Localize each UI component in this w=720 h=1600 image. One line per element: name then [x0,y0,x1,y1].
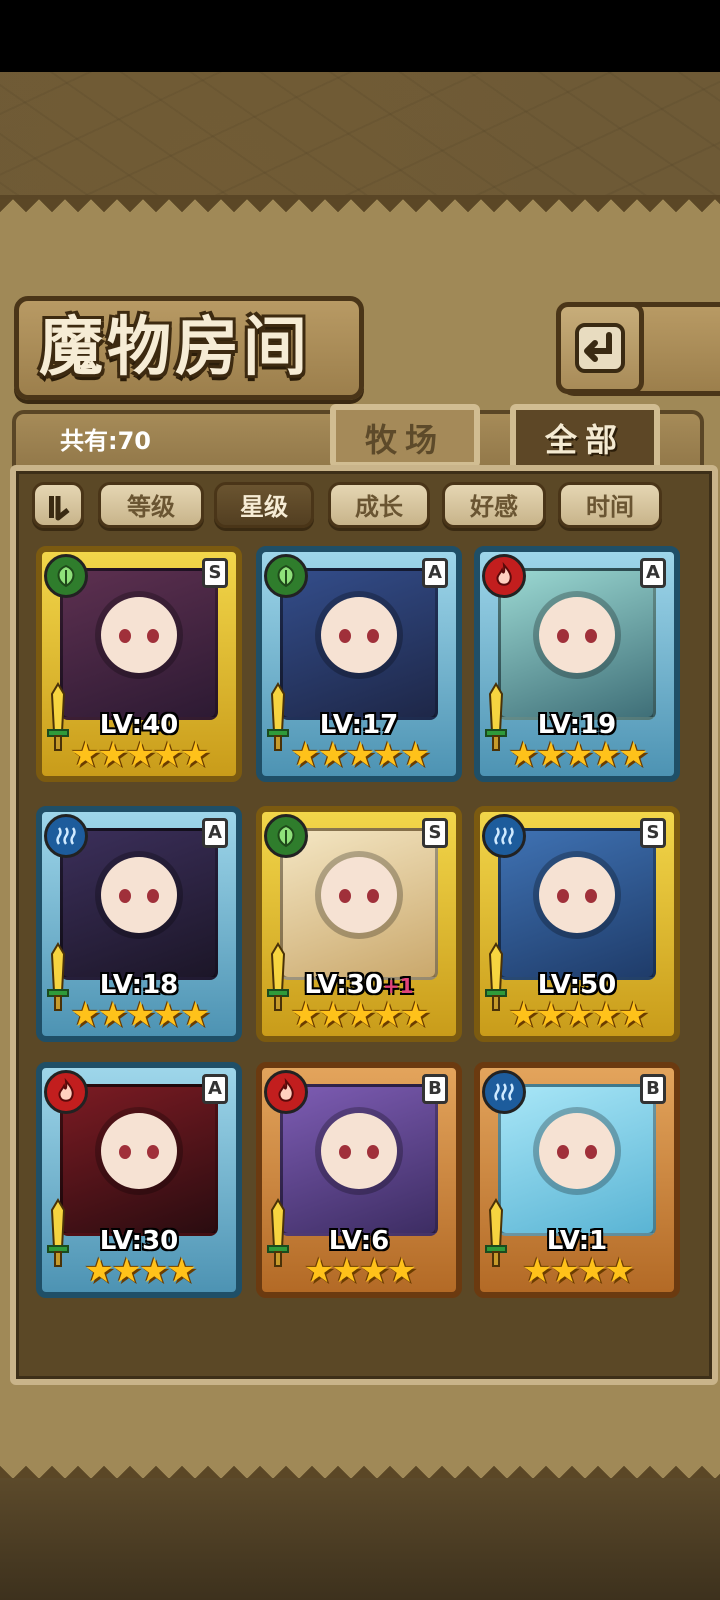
monster-portrait [280,828,438,980]
element-badge [44,554,88,598]
fire-icon [278,1078,294,1102]
monster-face [321,857,397,934]
monster-count: 共有:70 [60,427,151,455]
title-plate: 魔物房间 [14,296,364,400]
fire-icon [58,1078,74,1102]
monster-face [539,857,615,934]
monster-card[interactable]: B LV:6 ★★★★ [256,1062,462,1298]
monster-face [539,1113,615,1190]
monster-card[interactable]: S LV:40 ★★★★★ [36,546,242,782]
monster-card[interactable]: A LV:19 ★★★★★ [474,546,680,782]
rank-badge: A [640,558,666,588]
star-rating: ★★★★★ [290,735,430,775]
star-rating: ★★★★★ [508,735,648,775]
sort-bar: 等级 星级 成长 好感 时间 [28,482,672,536]
monster-portrait [60,568,218,720]
monster-face [101,857,177,934]
monster-card[interactable]: A LV:18 ★★★★★ [36,806,242,1042]
monster-card[interactable]: A LV:17 ★★★★★ [256,546,462,782]
element-badge [44,814,88,858]
fire-icon [496,562,512,586]
monster-face [101,597,177,674]
rank-badge: S [202,558,228,588]
star-rating: ★★★★★ [70,735,210,775]
rank-badge: S [422,818,448,848]
monster-card[interactable]: S LV:50 ★★★★★ [474,806,680,1042]
monster-portrait [60,1084,218,1236]
bottom-map-strip [0,1478,720,1600]
monster-portrait [498,828,656,980]
monster-portrait [498,568,656,720]
sort-order-button[interactable] [32,482,84,528]
monster-card[interactable]: A LV:30 ★★★★ [36,1062,242,1298]
rank-badge: A [202,818,228,848]
monster-portrait [280,1084,438,1236]
monster-face [321,1113,397,1190]
element-badge [482,554,526,598]
monster-portrait [60,828,218,980]
sort-by-time-button[interactable]: 时间 [558,482,662,528]
rank-badge: A [202,1074,228,1104]
water-wave-icon [56,827,76,845]
leaf-icon [277,564,295,588]
monster-portrait [280,568,438,720]
tab-ranch[interactable]: 牧场 [330,404,480,468]
monster-face [539,597,615,674]
sort-by-growth-button[interactable]: 成长 [328,482,430,528]
monster-card[interactable]: B LV:1 ★★★★ [474,1062,680,1298]
star-rating: ★★★★ [84,1251,197,1291]
rank-badge: B [422,1074,448,1104]
leaf-icon [57,564,75,588]
element-badge [44,1070,88,1114]
back-button[interactable] [556,302,644,394]
sort-by-stars-button[interactable]: 星级 [214,482,314,528]
return-arrow-icon [575,323,625,373]
monster-face [321,597,397,674]
element-badge [264,1070,308,1114]
tab-all[interactable]: 全部 [510,404,660,474]
element-badge [264,814,308,858]
element-badge [482,1070,526,1114]
water-wave-icon [494,1083,514,1101]
element-badge [264,554,308,598]
sort-order-icon [49,496,70,521]
monster-portrait [498,1084,656,1236]
leaf-icon [277,824,295,848]
rank-badge: B [640,1074,666,1104]
sort-by-level-button[interactable]: 等级 [98,482,204,528]
water-wave-icon [494,827,514,845]
monster-card[interactable]: S LV:30+1 ★★★★★ [256,806,462,1042]
star-rating: ★★★★ [522,1251,635,1291]
star-rating: ★★★★★ [508,995,648,1035]
star-rating: ★★★★ [304,1251,417,1291]
page-title: 魔物房间 [39,311,311,385]
rank-badge: S [640,818,666,848]
sort-by-affection-button[interactable]: 好感 [442,482,546,528]
element-badge [482,814,526,858]
star-rating: ★★★★★ [290,995,430,1035]
star-rating: ★★★★★ [70,995,210,1035]
monster-face [101,1113,177,1190]
rank-badge: A [422,558,448,588]
